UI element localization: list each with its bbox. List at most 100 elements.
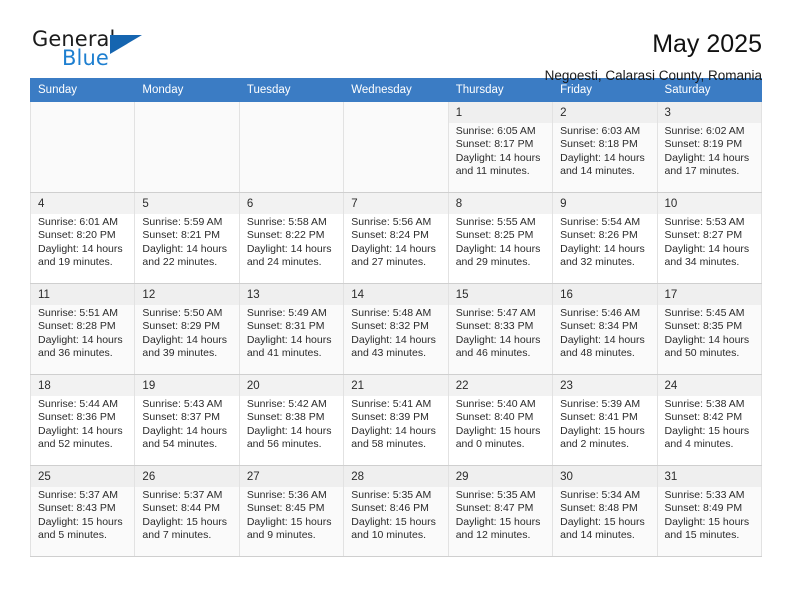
calendar-day-cell[interactable]: 14 Sunrise: 5:48 AM Sunset: 8:32 PM Dayligh…	[343, 283, 449, 375]
sunrise-time: Sunrise: 5:50 AM	[142, 307, 223, 319]
day-sun-info: Sunrise: 5:37 AM Sunset: 8:44 PM Daylight:…	[142, 489, 232, 543]
sunrise-time: Sunrise: 6:02 AM	[664, 125, 745, 137]
day-number: 4	[38, 198, 45, 210]
daylight-duration-line2: and 36 minutes.	[38, 347, 113, 360]
calendar-day-cell[interactable]: 18 Sunrise: 5:44 AM Sunset: 8:36 PM Dayligh…	[29, 374, 136, 466]
sunrise-time: Sunrise: 5:45 AM	[664, 307, 745, 319]
day-number: 18	[38, 380, 51, 392]
sunrise-time: Sunrise: 5:47 AM	[455, 307, 536, 319]
day-cell-content: 16 Sunrise: 5:46 AM Sunset: 8:34 PM Dayligh…	[553, 284, 657, 361]
day-sun-info: Sunrise: 5:44 AM Sunset: 8:36 PM Daylight:…	[38, 398, 128, 452]
title-block: May 2025 Negoesti, Calarasi County, Roma…	[545, 27, 762, 86]
day-cell-content: 29 Sunrise: 5:35 AM Sunset: 8:47 PM Dayligh…	[448, 466, 553, 543]
sunrise-time: Sunrise: 6:01 AM	[38, 216, 118, 228]
calendar-day-cell[interactable]: 7 Sunrise: 5:56 AM Sunset: 8:24 PM Daylight…	[343, 192, 449, 284]
day-number-strip: 4	[31, 193, 135, 214]
calendar-day-cell[interactable]: 24 Sunrise: 5:38 AM Sunset: 8:42 PM Dayligh…	[656, 374, 763, 466]
calendar-day-cell[interactable]: 19 Sunrise: 5:43 AM Sunset: 8:37 PM Dayligh…	[134, 374, 240, 466]
sunrise-time: Sunrise: 6:05 AM	[455, 125, 536, 137]
page-title: May 2025	[652, 30, 762, 58]
day-number-strip: 18	[31, 375, 135, 396]
day-number-strip: 24	[657, 375, 761, 396]
day-number-strip: 17	[657, 284, 761, 305]
calendar-day-cell[interactable]: 13 Sunrise: 5:49 AM Sunset: 8:31 PM Dayligh…	[238, 283, 345, 375]
daylight-duration-line1: Daylight: 14 hours	[664, 333, 750, 346]
day-number-strip: 2	[553, 102, 657, 123]
day-number: 17	[664, 289, 678, 301]
calendar-day-cell[interactable]: 31 Sunrise: 5:33 AM Sunset: 8:49 PM Dayligh…	[656, 465, 763, 557]
calendar-day-cell[interactable]: 2 Sunrise: 6:03 AM Sunset: 8:18 PM Daylight…	[552, 101, 658, 193]
daylight-duration-line2: and 2 minutes.	[560, 438, 629, 451]
general-blue-logo[interactable]: General Blue	[32, 27, 152, 79]
day-cell-content: 12 Sunrise: 5:50 AM Sunset: 8:29 PM Dayligh…	[135, 284, 239, 361]
day-number-strip: 22	[448, 375, 553, 396]
day-number-strip: 27	[239, 466, 344, 487]
sunset-time: Sunset: 8:22 PM	[246, 229, 325, 242]
day-sun-info: Sunrise: 5:35 AM Sunset: 8:47 PM Daylight:…	[456, 489, 546, 543]
calendar-day-cell[interactable]: 9 Sunrise: 5:54 AM Sunset: 8:26 PM Daylight…	[552, 192, 658, 284]
weekday-header-tuesday: Tuesday	[238, 78, 345, 102]
calendar-day-cell[interactable]: 5 Sunrise: 5:59 AM Sunset: 8:21 PM Daylight…	[134, 192, 240, 284]
sunrise-time: Sunrise: 5:44 AM	[38, 398, 118, 410]
daylight-duration-line1: Daylight: 14 hours	[142, 242, 228, 255]
calendar-day-cell[interactable]: 21 Sunrise: 5:41 AM Sunset: 8:39 PM Dayligh…	[343, 374, 449, 466]
sunset-time: Sunset: 8:34 PM	[560, 320, 638, 333]
day-cell-content: 15 Sunrise: 5:47 AM Sunset: 8:33 PM Dayligh…	[448, 284, 553, 361]
day-number-strip: 16	[553, 284, 657, 305]
day-sun-info: Sunrise: 5:45 AM Sunset: 8:35 PM Daylight:…	[665, 307, 755, 361]
day-sun-info: Sunrise: 5:59 AM Sunset: 8:21 PM Daylight:…	[142, 216, 232, 270]
calendar-day-cell[interactable]: 16 Sunrise: 5:46 AM Sunset: 8:34 PM Dayligh…	[552, 283, 658, 375]
daylight-duration-line2: and 12 minutes.	[455, 529, 531, 542]
calendar-day-cell[interactable]: 15 Sunrise: 5:47 AM Sunset: 8:33 PM Dayligh…	[447, 283, 554, 375]
sunset-time: Sunset: 8:44 PM	[142, 502, 221, 515]
daylight-duration-line2: and 32 minutes.	[560, 256, 635, 269]
day-sun-info: Sunrise: 5:49 AM Sunset: 8:31 PM Daylight:…	[247, 307, 337, 361]
calendar-day-cell[interactable]: 27 Sunrise: 5:36 AM Sunset: 8:45 PM Dayligh…	[238, 465, 345, 557]
calendar-day-cell[interactable]: 28 Sunrise: 5:35 AM Sunset: 8:46 PM Dayligh…	[343, 465, 449, 557]
calendar-day-cell[interactable]: 30 Sunrise: 5:34 AM Sunset: 8:48 PM Dayligh…	[552, 465, 658, 557]
calendar-day-cell[interactable]: 6 Sunrise: 5:58 AM Sunset: 8:22 PM Daylight…	[238, 192, 345, 284]
calendar-day-cell[interactable]: 3 Sunrise: 6:02 AM Sunset: 8:19 PM Daylight…	[656, 101, 763, 193]
calendar-week-row: 18 Sunrise: 5:44 AM Sunset: 8:36 PM Dayligh…	[29, 374, 763, 466]
calendar-day-cell[interactable]: 29 Sunrise: 5:35 AM Sunset: 8:47 PM Dayligh…	[447, 465, 554, 557]
calendar-body: 1 Sunrise: 6:05 AM Sunset: 8:17 PM Daylight…	[29, 101, 763, 557]
calendar-day-cell[interactable]: 11 Sunrise: 5:51 AM Sunset: 8:28 PM Dayligh…	[29, 283, 136, 375]
calendar-day-cell[interactable]: 4 Sunrise: 6:01 AM Sunset: 8:20 PM Daylight…	[29, 192, 136, 284]
daylight-duration-line1: Daylight: 15 hours	[664, 424, 750, 437]
daylight-duration-line2: and 39 minutes.	[142, 347, 218, 360]
calendar-day-cell[interactable]: 12 Sunrise: 5:50 AM Sunset: 8:29 PM Dayligh…	[134, 283, 240, 375]
daylight-duration-line1: Daylight: 14 hours	[455, 333, 541, 346]
day-number: 2	[560, 107, 567, 119]
daylight-duration-line2: and 17 minutes.	[664, 165, 740, 178]
sunset-time: Sunset: 8:47 PM	[455, 502, 534, 515]
calendar-day-cell[interactable]: 25 Sunrise: 5:37 AM Sunset: 8:43 PM Dayligh…	[29, 465, 136, 557]
sunrise-time: Sunrise: 5:38 AM	[664, 398, 745, 410]
calendar-day-cell[interactable]: 23 Sunrise: 5:39 AM Sunset: 8:41 PM Dayligh…	[552, 374, 658, 466]
logo-triangle-icon	[110, 35, 142, 54]
sunset-time: Sunset: 8:36 PM	[38, 411, 116, 424]
calendar-day-cell[interactable]: 26 Sunrise: 5:37 AM Sunset: 8:44 PM Dayligh…	[134, 465, 240, 557]
day-number-strip: 14	[344, 284, 448, 305]
day-sun-info: Sunrise: 5:51 AM Sunset: 8:28 PM Daylight:…	[38, 307, 128, 361]
daylight-duration-line1: Daylight: 14 hours	[38, 333, 123, 346]
calendar-day-cell[interactable]: 1 Sunrise: 6:05 AM Sunset: 8:17 PM Daylight…	[447, 101, 554, 193]
sunset-time: Sunset: 8:38 PM	[246, 411, 325, 424]
daylight-duration-line1: Daylight: 15 hours	[560, 515, 645, 528]
day-number-strip: 8	[448, 193, 553, 214]
day-number: 26	[142, 471, 156, 483]
day-number: 3	[664, 107, 671, 119]
day-number: 8	[455, 198, 463, 210]
calendar-day-cell-empty	[29, 101, 136, 193]
day-number: 13	[246, 289, 260, 301]
daylight-duration-line2: and 29 minutes.	[455, 256, 531, 269]
calendar-day-cell[interactable]: 17 Sunrise: 5:45 AM Sunset: 8:35 PM Dayligh…	[656, 283, 763, 375]
sunrise-time: Sunrise: 5:36 AM	[246, 489, 327, 501]
daylight-duration-line1: Daylight: 14 hours	[142, 333, 228, 346]
calendar-day-cell[interactable]: 8 Sunrise: 5:55 AM Sunset: 8:25 PM Daylight…	[447, 192, 554, 284]
calendar-day-cell[interactable]: 10 Sunrise: 5:53 AM Sunset: 8:27 PM Dayligh…	[656, 192, 763, 284]
calendar-day-cell[interactable]: 20 Sunrise: 5:42 AM Sunset: 8:38 PM Dayligh…	[238, 374, 345, 466]
day-number: 22	[455, 380, 469, 392]
day-sun-info: Sunrise: 5:47 AM Sunset: 8:33 PM Daylight:…	[456, 307, 546, 361]
calendar-day-cell[interactable]: 22 Sunrise: 5:40 AM Sunset: 8:40 PM Dayligh…	[447, 374, 554, 466]
sunset-time: Sunset: 8:43 PM	[38, 502, 116, 515]
